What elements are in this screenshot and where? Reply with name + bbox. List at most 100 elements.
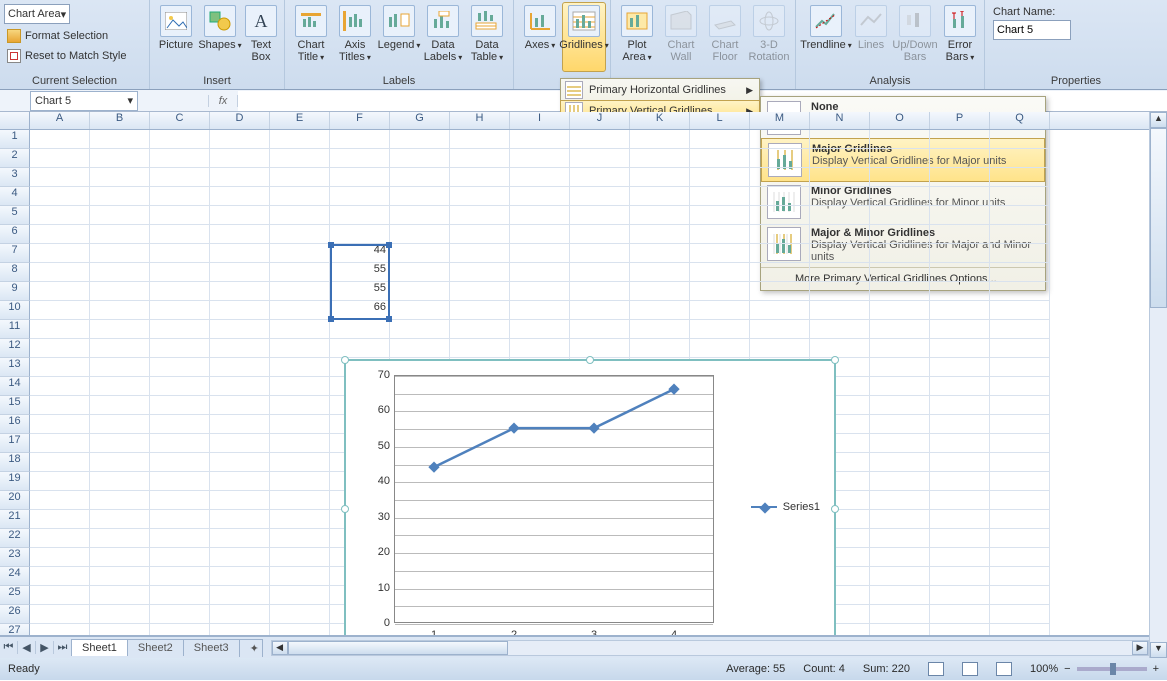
cell-O20[interactable] bbox=[870, 491, 930, 510]
cell-C14[interactable] bbox=[150, 377, 210, 396]
cell-B14[interactable] bbox=[90, 377, 150, 396]
cell-Q12[interactable] bbox=[990, 339, 1050, 358]
cell-L1[interactable] bbox=[690, 130, 750, 149]
plot-area-button[interactable]: Plot Area bbox=[615, 2, 659, 72]
cell-K5[interactable] bbox=[630, 206, 690, 225]
cell-B25[interactable] bbox=[90, 586, 150, 605]
cell-D5[interactable] bbox=[210, 206, 270, 225]
cell-O24[interactable] bbox=[870, 567, 930, 586]
cell-B21[interactable] bbox=[90, 510, 150, 529]
cell-I7[interactable] bbox=[510, 244, 570, 263]
cell-Q5[interactable] bbox=[990, 206, 1050, 225]
cell-O10[interactable] bbox=[870, 301, 930, 320]
cell-I10[interactable] bbox=[510, 301, 570, 320]
cell-J8[interactable] bbox=[570, 263, 630, 282]
cell-N4[interactable] bbox=[810, 187, 870, 206]
cell-F12[interactable] bbox=[330, 339, 390, 358]
cell-C24[interactable] bbox=[150, 567, 210, 586]
cell-Q23[interactable] bbox=[990, 548, 1050, 567]
vertical-scrollbar[interactable]: ▲ ▼ bbox=[1149, 112, 1167, 658]
cell-L11[interactable] bbox=[690, 320, 750, 339]
cell-J2[interactable] bbox=[570, 149, 630, 168]
row-header-20[interactable]: 20 bbox=[0, 491, 30, 510]
sheet-tab-1[interactable]: Sheet1 bbox=[71, 639, 128, 656]
cell-P17[interactable] bbox=[930, 434, 990, 453]
cell-D9[interactable] bbox=[210, 282, 270, 301]
cell-J9[interactable] bbox=[570, 282, 630, 301]
new-sheet-tab[interactable]: ✦ bbox=[239, 639, 263, 657]
cell-G6[interactable] bbox=[390, 225, 450, 244]
cell-P4[interactable] bbox=[930, 187, 990, 206]
cell-M2[interactable] bbox=[750, 149, 810, 168]
cell-C27[interactable] bbox=[150, 624, 210, 636]
cell-Q27[interactable] bbox=[990, 624, 1050, 636]
cell-D11[interactable] bbox=[210, 320, 270, 339]
cell-A7[interactable] bbox=[30, 244, 90, 263]
col-header-L[interactable]: L bbox=[690, 112, 750, 129]
select-all-corner[interactable] bbox=[0, 112, 30, 129]
cell-G12[interactable] bbox=[390, 339, 450, 358]
cell-P9[interactable] bbox=[930, 282, 990, 301]
cell-E2[interactable] bbox=[270, 149, 330, 168]
cell-B6[interactable] bbox=[90, 225, 150, 244]
cell-Q20[interactable] bbox=[990, 491, 1050, 510]
cell-P10[interactable] bbox=[930, 301, 990, 320]
cell-B24[interactable] bbox=[90, 567, 150, 586]
cell-Q10[interactable] bbox=[990, 301, 1050, 320]
tab-nav-first[interactable]: ⏮ bbox=[0, 641, 18, 654]
cell-C5[interactable] bbox=[150, 206, 210, 225]
row-header-26[interactable]: 26 bbox=[0, 605, 30, 624]
cell-E21[interactable] bbox=[270, 510, 330, 529]
cell-N2[interactable] bbox=[810, 149, 870, 168]
cell-M10[interactable] bbox=[750, 301, 810, 320]
cell-A12[interactable] bbox=[30, 339, 90, 358]
cell-M4[interactable] bbox=[750, 187, 810, 206]
col-header-H[interactable]: H bbox=[450, 112, 510, 129]
embedded-chart[interactable]: Series1 0102030405060701234 bbox=[344, 359, 836, 636]
col-header-M[interactable]: M bbox=[750, 112, 810, 129]
cell-I1[interactable] bbox=[510, 130, 570, 149]
cell-A14[interactable] bbox=[30, 377, 90, 396]
cell-J6[interactable] bbox=[570, 225, 630, 244]
cell-J3[interactable] bbox=[570, 168, 630, 187]
cell-O26[interactable] bbox=[870, 605, 930, 624]
col-header-F[interactable]: F bbox=[330, 112, 390, 129]
cell-P27[interactable] bbox=[930, 624, 990, 636]
cell-G2[interactable] bbox=[390, 149, 450, 168]
cell-O25[interactable] bbox=[870, 586, 930, 605]
cell-C21[interactable] bbox=[150, 510, 210, 529]
cell-Q11[interactable] bbox=[990, 320, 1050, 339]
cell-A11[interactable] bbox=[30, 320, 90, 339]
cell-L12[interactable] bbox=[690, 339, 750, 358]
cell-P8[interactable] bbox=[930, 263, 990, 282]
cell-C6[interactable] bbox=[150, 225, 210, 244]
cell-O5[interactable] bbox=[870, 206, 930, 225]
cell-E4[interactable] bbox=[270, 187, 330, 206]
cell-D8[interactable] bbox=[210, 263, 270, 282]
cell-O13[interactable] bbox=[870, 358, 930, 377]
view-pagebreak-icon[interactable] bbox=[996, 662, 1012, 676]
cell-B18[interactable] bbox=[90, 453, 150, 472]
chart-name-input[interactable] bbox=[993, 20, 1071, 40]
row-header-1[interactable]: 1 bbox=[0, 130, 30, 149]
cell-O11[interactable] bbox=[870, 320, 930, 339]
cell-I9[interactable] bbox=[510, 282, 570, 301]
cell-E18[interactable] bbox=[270, 453, 330, 472]
chart-series-line[interactable] bbox=[394, 375, 714, 623]
zoom-out-icon[interactable]: − bbox=[1064, 663, 1070, 675]
cell-I12[interactable] bbox=[510, 339, 570, 358]
hscroll-thumb[interactable] bbox=[288, 641, 508, 655]
cell-Q16[interactable] bbox=[990, 415, 1050, 434]
cell-M3[interactable] bbox=[750, 168, 810, 187]
cell-P3[interactable] bbox=[930, 168, 990, 187]
row-header-9[interactable]: 9 bbox=[0, 282, 30, 301]
zoom-control[interactable]: 100% − + bbox=[1030, 663, 1159, 675]
cell-O7[interactable] bbox=[870, 244, 930, 263]
cell-Q15[interactable] bbox=[990, 396, 1050, 415]
cell-E10[interactable] bbox=[270, 301, 330, 320]
cell-O19[interactable] bbox=[870, 472, 930, 491]
cell-B15[interactable] bbox=[90, 396, 150, 415]
cell-D18[interactable] bbox=[210, 453, 270, 472]
cell-M8[interactable] bbox=[750, 263, 810, 282]
cell-F4[interactable] bbox=[330, 187, 390, 206]
